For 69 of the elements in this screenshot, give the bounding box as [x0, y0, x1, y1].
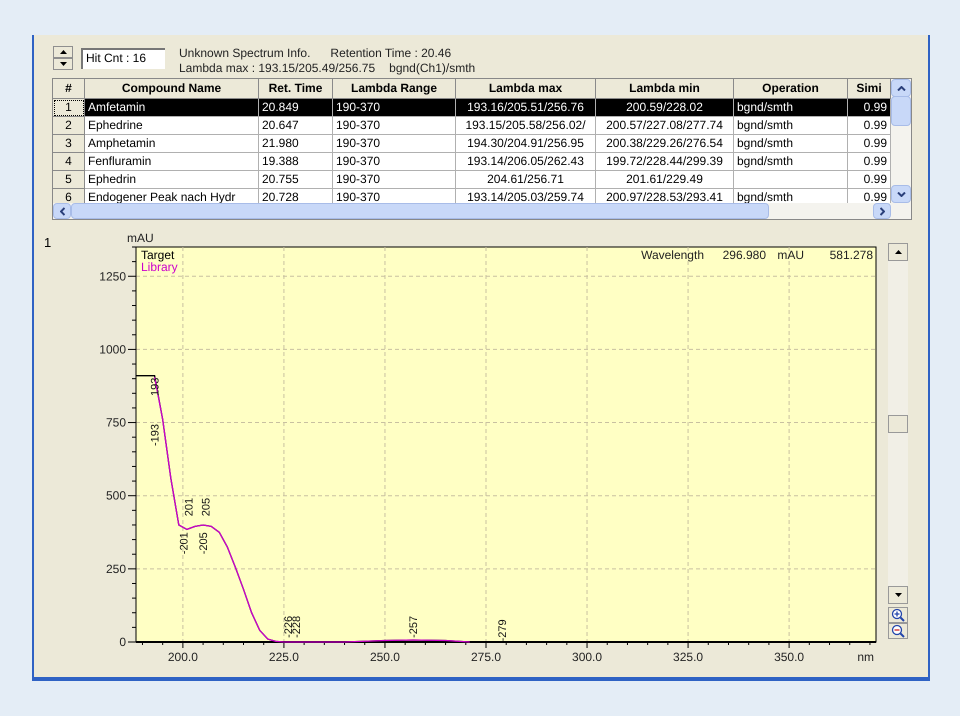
table-cell: Amphetamin [85, 135, 259, 153]
table-cell: 200.59/228.02 [596, 99, 734, 117]
lambda-max-info: Lambda max : 193.15/205.49/256.75 [179, 61, 376, 76]
x-tick-label: 300.0 [572, 650, 602, 664]
table-cell: 0.99 [848, 153, 891, 171]
table-cell: Amfetamin [85, 99, 259, 117]
peak-label: -201 [178, 532, 191, 554]
table-cell: 193.16/205.51/256.76 [456, 99, 596, 117]
table-cell: 0.99 [848, 99, 891, 117]
table-cell: Ephedrin [85, 171, 259, 189]
panel-number: 1 [44, 235, 52, 250]
table-cell: 200.38/229.26/276.54 [596, 135, 734, 153]
peak-label: -279 [497, 619, 510, 642]
table-cell: Ephedrine [85, 117, 259, 135]
table-cell: 0.99 [848, 135, 891, 153]
table-cell: 204.61/256.71 [456, 171, 596, 189]
x-tick-label: 200.0 [168, 650, 198, 664]
peak-label: -228 [291, 616, 304, 638]
table-cell: 0.99 [848, 171, 891, 189]
info-title: Unknown Spectrum Info. [179, 46, 310, 61]
table-cell: 190-370 [333, 99, 456, 117]
x-axis-label: nm [857, 650, 874, 664]
table-cell: 193.15/205.58/256.02/ [456, 117, 596, 135]
table-cell: bgnd/smth [734, 117, 848, 135]
cursor-readout: Wavelength [641, 248, 704, 262]
x-tick-label: 325.0 [673, 650, 704, 664]
table-cell: 21.980 [259, 135, 333, 153]
table-cell: 0.99 [848, 117, 891, 135]
table-cell: 201.61/229.49 [596, 171, 734, 189]
table-cell: 200.57/227.08/277.74 [596, 117, 734, 135]
table-cell: 199.72/228.44/299.39 [596, 153, 734, 171]
table-cell: bgnd/smth [734, 135, 848, 153]
cursor-readout: 296.980 [722, 248, 766, 262]
table-cell: 194.30/204.91/256.95 [456, 135, 596, 153]
table-cell: 190-370 [333, 117, 456, 135]
y-tick-label: 250 [106, 562, 126, 576]
x-tick-label: 225.0 [268, 650, 299, 664]
y-tick-label: 750 [106, 416, 126, 430]
x-tick-label: 250.0 [370, 650, 400, 664]
table-cell: 19.388 [259, 153, 333, 171]
cursor-readout: mAU [777, 248, 804, 262]
y-tick-label: 1000 [99, 342, 126, 356]
table-cell: 20.647 [259, 117, 333, 135]
legend-label: Target [141, 248, 174, 262]
table-cell: 190-370 [333, 135, 456, 153]
y-tick-label: 0 [119, 635, 126, 649]
table-cell: Fenfluramin [85, 153, 259, 171]
peak-label: -205 [198, 532, 210, 554]
table-cell: 193.14/206.05/262.43 [456, 153, 596, 171]
peak-label: -257 [408, 616, 420, 638]
peak-label: -193 [150, 424, 162, 446]
x-tick-label: 350.0 [774, 650, 804, 664]
table-cell: bgnd/smth [734, 99, 848, 117]
table-cell: 20.755 [259, 171, 333, 189]
table-cell: 190-370 [333, 153, 456, 171]
peak-label: 205 [200, 498, 213, 516]
table-cell: 20.849 [259, 99, 333, 117]
legend-label: Library [141, 260, 178, 274]
y-tick-label: 1250 [99, 269, 126, 284]
y-axis-label: mAU [127, 231, 154, 245]
retention-time: Retention Time : 20.46 [330, 46, 452, 61]
cursor-readout: 581.278 [830, 248, 873, 262]
peak-label: 201 [184, 498, 196, 516]
x-tick-label: 275.0 [470, 650, 501, 664]
table-cell: 190-370 [333, 171, 456, 189]
processing-info: bgnd(Ch1)/smth [389, 61, 476, 76]
y-tick-label: 500 [106, 488, 126, 503]
peak-label: 193 [150, 378, 162, 396]
table-cell: bgnd/smth [734, 153, 848, 171]
